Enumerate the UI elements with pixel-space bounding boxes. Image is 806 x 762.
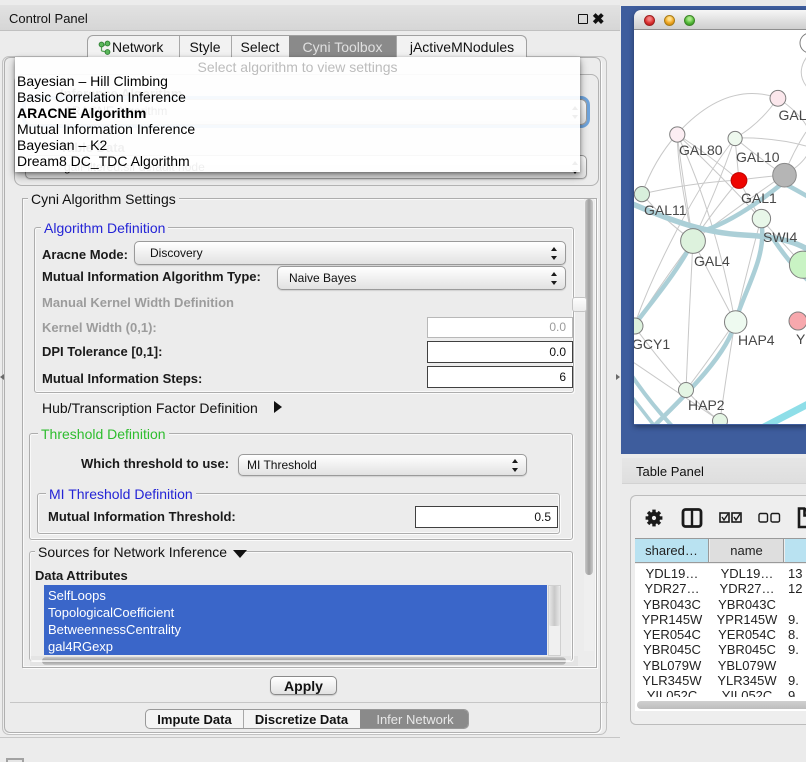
svg-text:GAL80: GAL80 — [679, 142, 723, 158]
svg-text:YD: YD — [796, 331, 806, 347]
svg-text:GAL4: GAL4 — [694, 253, 730, 269]
svg-text:GCY1: GCY1 — [634, 336, 670, 352]
svg-text:GAL11: GAL11 — [644, 202, 687, 218]
svg-text:GAL7: GAL7 — [779, 107, 806, 123]
svg-text:SWI4: SWI4 — [763, 229, 797, 245]
svg-text:GAL1: GAL1 — [741, 190, 777, 206]
svg-text:GAL10: GAL10 — [736, 149, 780, 165]
svg-text:HAP2: HAP2 — [688, 397, 725, 413]
svg-text:HAP4: HAP4 — [738, 332, 775, 348]
